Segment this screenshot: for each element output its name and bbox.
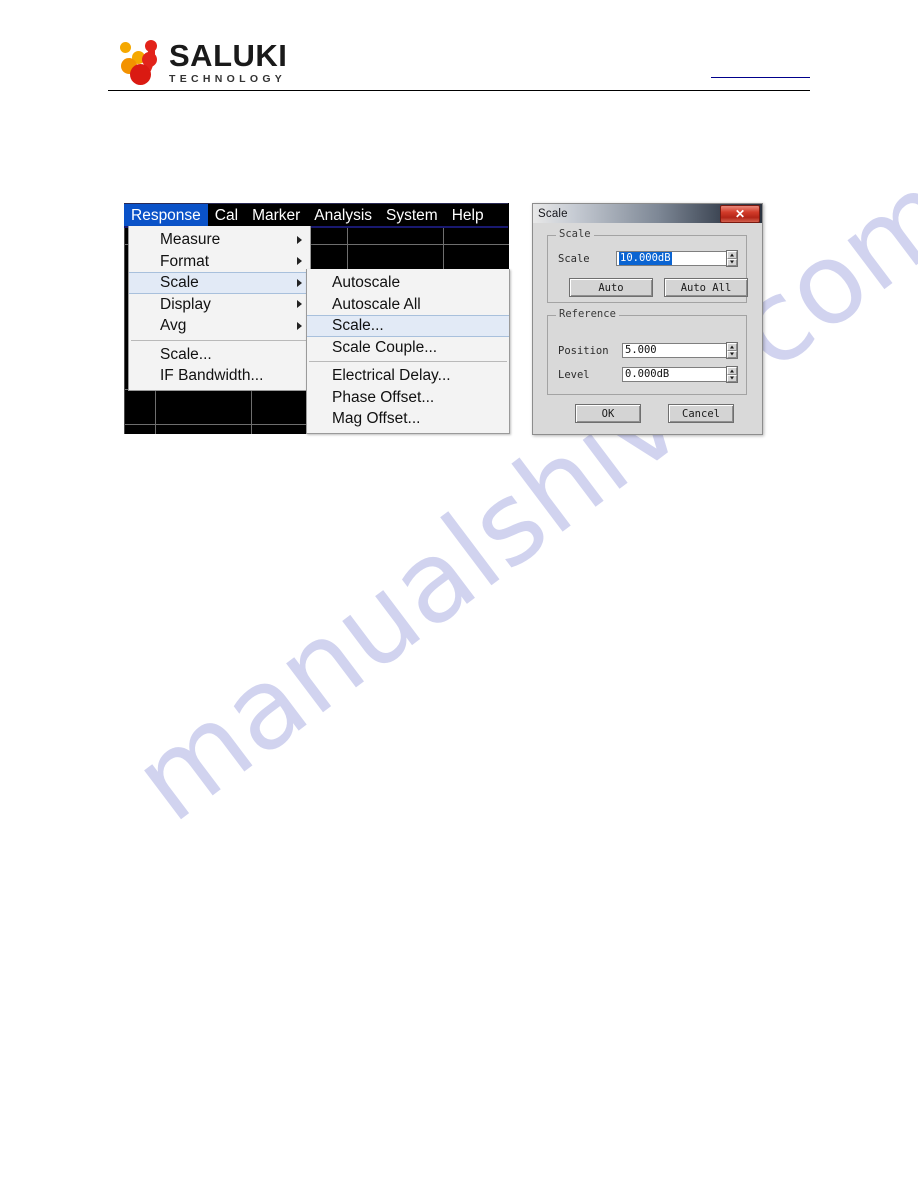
menubar-item-system[interactable]: System	[379, 204, 445, 227]
scale-spinner[interactable]	[726, 250, 738, 267]
level-value-input[interactable]: 0.000dB	[622, 367, 726, 382]
logo-tagline: TECHNOLOGY	[169, 72, 287, 85]
submenu-arrow-icon	[297, 235, 302, 244]
menu-separator	[309, 361, 507, 362]
auto-all-button[interactable]: Auto All	[664, 278, 748, 297]
close-icon[interactable]: ✕	[720, 205, 760, 223]
page-header: SALUKI TECHNOLOGY	[0, 0, 918, 100]
menu-item-label: Scale Couple...	[332, 338, 438, 356]
submenu-arrow-icon	[297, 278, 302, 287]
menubar-item-analysis[interactable]: Analysis	[307, 204, 379, 227]
response-menu-item-scale[interactable]: Scale...	[129, 344, 310, 366]
menubar-item-marker[interactable]: Marker	[245, 204, 307, 227]
menu-item-label: Scale...	[332, 317, 384, 334]
position-field-label: Position	[558, 344, 609, 357]
scale-menu-item-scale[interactable]: Scale...	[307, 315, 509, 337]
scale-groupbox: Scale Scale 10.000dB Auto Auto All	[547, 228, 748, 303]
scale-menu-item-electrical-delay[interactable]: Electrical Delay...	[307, 365, 509, 387]
saluki-logo-mark-icon	[118, 38, 162, 86]
menu-item-label: Display	[160, 295, 211, 313]
scale-dialog[interactable]: Scale ✕ Scale Scale 10.000dB Auto Auto A…	[532, 203, 763, 435]
header-link-underline	[711, 77, 810, 78]
menu-item-label: IF Bandwidth...	[160, 367, 264, 384]
scale-menu-item-autoscale-all[interactable]: Autoscale All	[307, 294, 509, 316]
position-value-input[interactable]: 5.000	[622, 343, 726, 358]
logo-dot-red-3	[130, 64, 151, 85]
scale-field-label: Scale	[558, 252, 590, 265]
vna-menubar[interactable]: Response Cal Marker Analysis System Help	[124, 203, 508, 227]
submenu-arrow-icon	[297, 300, 302, 309]
response-menu-item-if-bandwidth[interactable]: IF Bandwidth...	[129, 365, 310, 387]
response-menu-item-display[interactable]: Display	[129, 294, 310, 316]
menu-item-label: Format	[160, 252, 210, 270]
menu-item-label: Scale...	[160, 345, 212, 363]
spinner-down-icon[interactable]	[727, 258, 737, 266]
scale-dialog-titlebar[interactable]: Scale ✕	[533, 204, 762, 223]
auto-button[interactable]: Auto	[569, 278, 653, 297]
menu-item-label: Phase Offset...	[332, 388, 435, 406]
position-value-text: 5.000	[625, 344, 657, 356]
spinner-up-icon[interactable]	[727, 251, 737, 259]
spinner-down-icon[interactable]	[727, 350, 737, 358]
scale-groupbox-legend: Scale	[556, 228, 594, 240]
logo-dot-red-1	[145, 40, 157, 52]
menubar-item-response[interactable]: Response	[124, 204, 208, 227]
logo-dot-yellow-1	[120, 42, 131, 53]
position-field-row: Position 5.000	[558, 342, 738, 359]
menu-item-label: Mag Offset...	[332, 410, 421, 427]
scale-submenu[interactable]: Autoscale Autoscale All Scale... Scale Coup…	[306, 269, 510, 434]
menu-separator	[131, 339, 308, 341]
spinner-down-icon[interactable]	[727, 374, 737, 382]
scale-dialog-body: Scale Scale 10.000dB Auto Auto All Refer…	[533, 223, 762, 433]
position-spinner[interactable]	[726, 342, 738, 359]
menu-item-label: Scale	[160, 274, 199, 291]
scale-menu-item-mag-offset[interactable]: Mag Offset...	[307, 408, 509, 430]
scale-menu-item-phase-offset[interactable]: Phase Offset...	[307, 387, 509, 409]
level-value-text: 0.000dB	[625, 368, 670, 380]
scale-menu-item-scale-couple[interactable]: Scale Couple...	[307, 337, 509, 359]
reference-groupbox: Reference Position 5.000 Level 0.000dB	[547, 308, 747, 395]
response-dropdown-menu[interactable]: Measure Format Scale Display Avg Scale... IF B…	[128, 226, 311, 391]
header-divider	[108, 90, 810, 91]
saluki-logo: SALUKI TECHNOLOGY	[118, 36, 287, 88]
submenu-arrow-icon	[297, 321, 302, 330]
spinner-up-icon[interactable]	[727, 367, 737, 375]
scale-value-input[interactable]: 10.000dB	[616, 251, 726, 266]
cancel-button[interactable]: Cancel	[668, 404, 734, 423]
logo-wordmark: SALUKI TECHNOLOGY	[169, 40, 287, 85]
scale-value-text: 10.000dB	[619, 252, 672, 265]
level-field-row: Level 0.000dB	[558, 366, 738, 383]
level-field-label: Level	[558, 368, 590, 381]
menu-item-label: Autoscale	[332, 274, 401, 291]
spinner-up-icon[interactable]	[727, 343, 737, 351]
scale-dialog-title: Scale	[538, 207, 568, 220]
submenu-arrow-icon	[297, 257, 302, 266]
response-menu-item-format[interactable]: Format	[129, 251, 310, 273]
scale-field-row: Scale 10.000dB	[558, 250, 738, 267]
level-spinner[interactable]	[726, 366, 738, 383]
response-menu-item-avg[interactable]: Avg	[129, 315, 310, 337]
page-watermark: manualshive.com	[111, 147, 918, 930]
menubar-item-cal[interactable]: Cal	[208, 204, 245, 227]
menubar-item-help[interactable]: Help	[445, 204, 491, 227]
menu-item-label: Measure	[160, 231, 221, 248]
scale-menu-item-autoscale[interactable]: Autoscale	[307, 272, 509, 294]
ok-button[interactable]: OK	[575, 404, 641, 423]
response-menu-item-scale[interactable]: Scale	[129, 272, 310, 294]
response-menu-item-measure[interactable]: Measure	[129, 229, 310, 251]
menu-item-label: Electrical Delay...	[332, 367, 451, 384]
logo-company-name: SALUKI	[169, 37, 288, 73]
menu-item-label: Autoscale All	[332, 295, 421, 313]
reference-groupbox-legend: Reference	[556, 308, 619, 320]
menu-item-label: Avg	[160, 317, 187, 334]
